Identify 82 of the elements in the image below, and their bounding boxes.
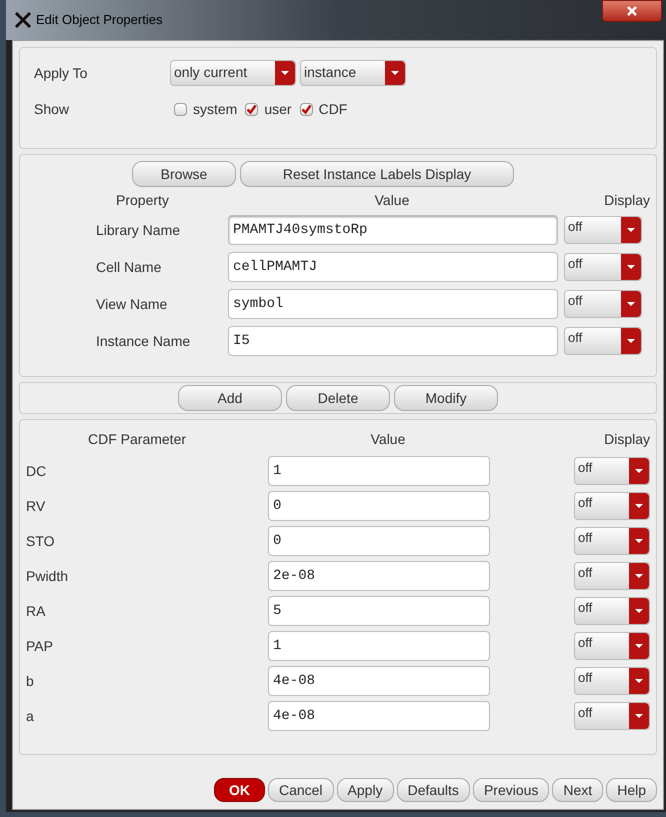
dropdown[interactable]: off [574,562,650,590]
input-field[interactable]: 2e-08 [268,561,490,591]
checkbox-label: system [193,100,238,119]
input-field[interactable]: symbol [228,289,558,319]
close-icon [626,5,638,17]
button[interactable]: Defaults [396,778,470,802]
parameter-label: DC [26,462,48,480]
parameter-label: a [26,706,35,726]
button[interactable]: Browse [132,161,236,187]
caret-icon [629,598,649,624]
column-header: Value [374,190,410,210]
close-button[interactable] [602,0,662,22]
caret-icon [621,328,641,354]
dropdown[interactable]: off [564,327,642,355]
checkbox-label: CDF [318,100,348,118]
parameter-label: PAP [26,636,54,656]
property-label: View Name [96,294,168,314]
input-field[interactable]: PMAMTJ40symstoRp [228,215,558,245]
dropdown[interactable]: off [564,290,642,318]
column-header: Value [370,430,406,448]
property-label: Cell Name [96,258,162,276]
button[interactable]: Reset Instance Labels Display [240,161,514,187]
caret-icon [621,291,641,317]
dropdown[interactable]: only current [170,60,296,86]
checkbox-label: user [264,100,292,118]
checkbox[interactable] [174,102,187,116]
caret-icon [621,217,641,243]
button[interactable]: Help [606,778,657,802]
parameter-label: Pwidth [26,566,70,586]
input-field[interactable]: 4e-08 [268,666,490,696]
column-header: Display [604,430,651,449]
input-field[interactable]: I5 [228,326,558,356]
button[interactable]: Cancel [268,778,334,802]
property-label: Library Name [96,220,182,240]
window-title: Edit Object Properties [36,11,162,30]
caret-icon [629,633,649,659]
dropdown[interactable]: off [574,702,650,730]
column-header: CDF Parameter [88,430,188,448]
dropdown[interactable]: off [574,632,650,660]
input-field[interactable]: 5 [268,596,490,626]
parameter-label: RA [26,602,46,620]
checkbox[interactable] [300,102,313,116]
x-logo-icon [14,11,32,29]
parameter-label: RV [26,496,46,516]
dropdown[interactable]: off [574,492,650,520]
button[interactable]: Modify [394,385,498,411]
caret-icon [385,61,405,85]
column-header: Display [604,190,651,210]
input-field[interactable]: 0 [268,526,490,556]
caret-icon [629,528,649,554]
dropdown[interactable]: off [574,527,650,555]
button[interactable]: OK [214,778,265,802]
input-field[interactable]: cellPMAMTJ [228,252,558,282]
field-label: Show [34,100,70,118]
input-field[interactable]: 4e-08 [268,701,490,731]
column-header: Property [116,190,170,210]
checkbox[interactable] [245,102,258,116]
parameter-label: STO [26,532,56,550]
parameter-label: b [26,672,35,690]
input-field[interactable]: 1 [268,631,490,661]
caret-icon [629,563,649,589]
dropdown[interactable]: off [564,216,642,244]
dropdown[interactable]: off [564,253,642,281]
caret-icon [629,668,649,694]
property-label: Instance Name [96,332,192,350]
dropdown[interactable]: off [574,667,650,695]
button[interactable]: Add [178,385,282,411]
caret-icon [629,493,649,519]
button[interactable]: Next [552,778,604,802]
input-field[interactable]: 1 [268,456,490,486]
button[interactable]: Previous [472,778,550,802]
caret-icon [621,254,641,280]
button[interactable]: Apply [336,778,394,802]
dropdown[interactable]: off [574,597,650,625]
caret-icon [275,61,295,85]
field-label: Apply To [34,64,88,83]
caret-icon [629,703,649,729]
caret-icon [629,458,649,484]
dropdown[interactable]: instance [300,60,406,86]
button[interactable]: Delete [286,385,390,411]
dropdown[interactable]: off [574,457,650,485]
input-field[interactable]: 0 [268,491,490,521]
